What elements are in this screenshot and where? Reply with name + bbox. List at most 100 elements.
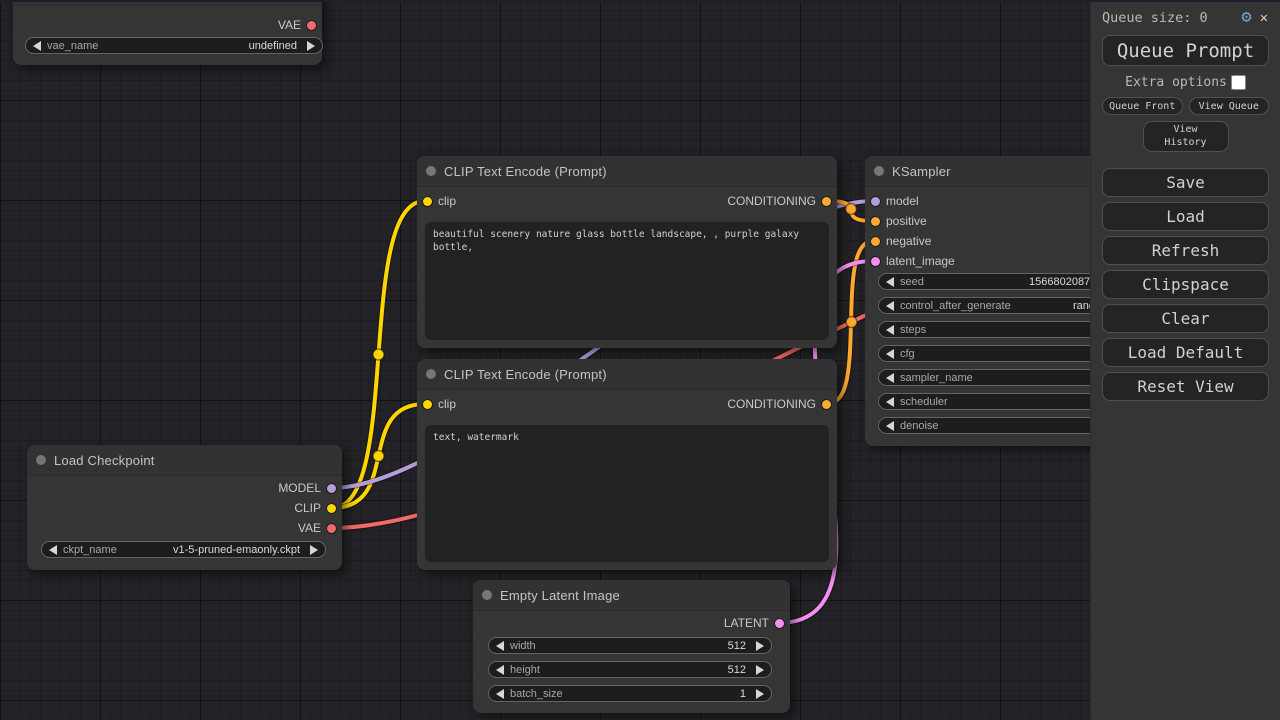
ckpt-name-widget[interactable]: ckpt_name v1-5-pruned-emaonly.ckpt [41, 541, 326, 558]
clip-port-dot[interactable] [423, 400, 432, 409]
vae-port-dot[interactable] [327, 524, 336, 533]
conditioning-output-port[interactable]: CONDITIONING [727, 193, 837, 209]
vae-output-port[interactable]: VAE [298, 520, 342, 536]
conditioning-port-dot[interactable] [822, 197, 831, 206]
view-history-line1: View [1173, 124, 1197, 137]
positive-input-port[interactable]: positive [865, 213, 927, 229]
node-title: KSampler [892, 164, 951, 179]
save-button[interactable]: Save [1102, 168, 1269, 197]
refresh-button[interactable]: Refresh [1102, 236, 1269, 265]
widget-value: 512 [728, 664, 746, 676]
queue-front-button[interactable]: Queue Front [1102, 97, 1183, 115]
port-label: positive [886, 214, 927, 228]
decrement-arrow-icon[interactable] [496, 689, 504, 699]
clip-output-port[interactable]: CLIP [294, 500, 342, 516]
decrement-arrow-icon[interactable] [886, 373, 894, 383]
clip-port-dot[interactable] [423, 197, 432, 206]
latent-image-input-port[interactable]: latent_image [865, 253, 955, 269]
port-label: model [886, 194, 919, 208]
clear-button[interactable]: Clear [1102, 304, 1269, 333]
vae-port-dot[interactable] [307, 21, 316, 30]
decrement-arrow-icon[interactable] [886, 421, 894, 431]
clipspace-button[interactable]: Clipspace [1102, 270, 1269, 299]
negative-input-port[interactable]: negative [865, 233, 931, 249]
extra-options-checkbox[interactable] [1231, 75, 1246, 90]
queue-prompt-button[interactable]: Queue Prompt [1102, 35, 1269, 66]
node-title-bar[interactable]: Empty Latent Image [473, 580, 790, 611]
width-widget[interactable]: width 512 [488, 637, 772, 654]
decrement-arrow-icon[interactable] [496, 641, 504, 651]
view-queue-button[interactable]: View Queue [1189, 97, 1270, 115]
model-port-dot[interactable] [871, 197, 880, 206]
decrement-arrow-icon[interactable] [496, 665, 504, 675]
widget-value: v1-5-pruned-emaonly.ckpt [173, 544, 300, 556]
vae-output-port[interactable]: VAE [278, 17, 322, 33]
increment-arrow-icon[interactable] [756, 641, 764, 651]
collapse-dot-icon[interactable] [482, 590, 492, 600]
extra-options-label: Extra options [1125, 75, 1227, 90]
queue-size-label: Queue size: 0 [1102, 10, 1208, 26]
load-button[interactable]: Load [1102, 202, 1269, 231]
reset-view-button[interactable]: Reset View [1102, 372, 1269, 401]
latent-port-dot[interactable] [775, 619, 784, 628]
prompt-textarea[interactable]: beautiful scenery nature glass bottle la… [425, 222, 829, 340]
close-icon[interactable]: ✕ [1260, 11, 1268, 25]
node-title-bar[interactable]: CLIP Text Encode (Prompt) [417, 359, 837, 390]
decrement-arrow-icon[interactable] [886, 325, 894, 335]
port-label: VAE [278, 18, 301, 32]
widget-value: 1 [740, 688, 746, 700]
collapse-dot-icon[interactable] [426, 166, 436, 176]
node-title-bar[interactable]: Load Checkpoint [27, 445, 342, 476]
widget-label: denoise [900, 420, 939, 432]
node-clip-text-encode-positive[interactable]: CLIP Text Encode (Prompt) clip CONDITION… [417, 156, 837, 348]
clip-input-port[interactable]: clip [417, 193, 456, 209]
node-title: Load Checkpoint [54, 453, 155, 468]
widget-value: undefined [249, 40, 297, 52]
node-title: Empty Latent Image [500, 588, 620, 603]
increment-arrow-icon[interactable] [756, 665, 764, 675]
clip-port-dot[interactable] [327, 504, 336, 513]
increment-arrow-icon[interactable] [307, 41, 315, 51]
node-load-checkpoint[interactable]: Load Checkpoint MODEL CLIP VAE ckpt_name… [27, 445, 342, 570]
increment-arrow-icon[interactable] [310, 545, 318, 555]
prompt-textarea[interactable]: text, watermark [425, 425, 829, 562]
height-widget[interactable]: height 512 [488, 661, 772, 678]
decrement-arrow-icon[interactable] [33, 41, 41, 51]
collapse-dot-icon[interactable] [36, 455, 46, 465]
model-input-port[interactable]: model [865, 193, 919, 209]
model-output-port[interactable]: MODEL [278, 480, 342, 496]
vae-name-widget[interactable]: vae_name undefined [25, 37, 323, 54]
decrement-arrow-icon[interactable] [49, 545, 57, 555]
node-title-bar[interactable]: CLIP Text Encode (Prompt) [417, 156, 837, 187]
widget-label: sampler_name [900, 372, 973, 384]
decrement-arrow-icon[interactable] [886, 301, 894, 311]
load-default-button[interactable]: Load Default [1102, 338, 1269, 367]
latent-output-port[interactable]: LATENT [724, 615, 790, 631]
view-history-button[interactable]: View History [1143, 121, 1229, 152]
collapse-dot-icon[interactable] [874, 166, 884, 176]
conditioning-port-dot[interactable] [871, 237, 880, 246]
settings-gear-icon[interactable]: ⚙ [1241, 9, 1251, 26]
latent-port-dot[interactable] [871, 257, 880, 266]
link-midpoint-dot [846, 204, 857, 215]
collapse-dot-icon[interactable] [426, 369, 436, 379]
node-title: CLIP Text Encode (Prompt) [444, 367, 607, 382]
clip-input-port[interactable]: clip [417, 396, 456, 412]
node-graph-canvas[interactable]: VAE vae_name undefined CLIP Text Encode … [0, 0, 1280, 720]
model-port-dot[interactable] [327, 484, 336, 493]
widget-label: height [510, 664, 540, 676]
decrement-arrow-icon[interactable] [886, 349, 894, 359]
widget-value: 1566802087 [1029, 275, 1090, 290]
node-empty-latent-image[interactable]: Empty Latent Image LATENT width 512 heig… [473, 580, 790, 713]
conditioning-output-port[interactable]: CONDITIONING [727, 396, 837, 412]
node-load-vae[interactable]: VAE vae_name undefined [13, 0, 322, 65]
batch-size-widget[interactable]: batch_size 1 [488, 685, 772, 702]
decrement-arrow-icon[interactable] [886, 277, 894, 287]
decrement-arrow-icon[interactable] [886, 397, 894, 407]
link-midpoint-dot [846, 317, 857, 328]
increment-arrow-icon[interactable] [756, 689, 764, 699]
conditioning-port-dot[interactable] [822, 400, 831, 409]
conditioning-port-dot[interactable] [871, 217, 880, 226]
view-history-line2: History [1164, 137, 1206, 150]
node-clip-text-encode-negative[interactable]: CLIP Text Encode (Prompt) clip CONDITION… [417, 359, 837, 570]
